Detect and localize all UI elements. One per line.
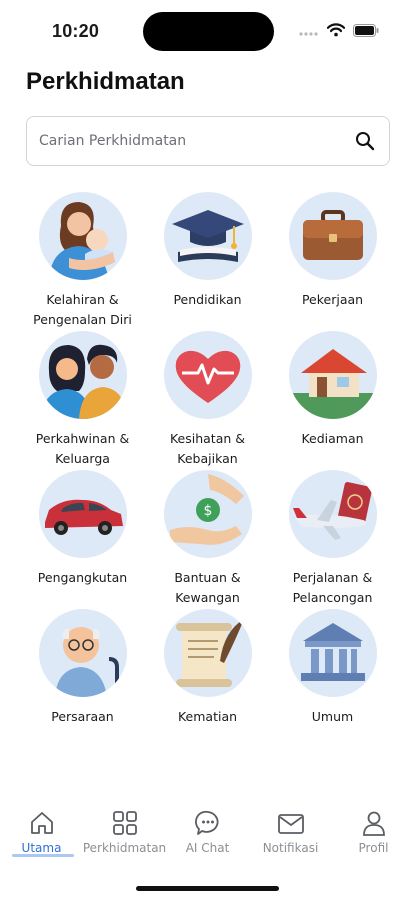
page-title: Perkhidmatan [26,68,185,95]
nav-item-ai-chat[interactable]: AI Chat [167,798,249,858]
service-label: Pengangkutan [37,570,128,585]
service-label: Bantuan & Kewangan [174,570,241,605]
dynamic-island [143,12,274,51]
service-label: Perkahwinan & Keluarga [35,431,130,466]
search-input[interactable] [39,117,339,165]
couple-icon [38,331,127,419]
battery-icon [353,23,379,42]
service-label: Persaraan [51,709,114,724]
services-grid: Kelahiran & Pengenalan Diri Pendidikan P [20,192,395,748]
service-label: Umum [311,709,354,724]
airplane-passport-icon [288,470,377,558]
status-bar: 10:20 [0,0,415,62]
service-bantuan[interactable]: $ Bantuan & Kewangan [145,470,270,609]
nav-item-perkhidmatan[interactable]: Perkhidmatan [82,798,167,858]
nav-label: Profil [358,841,389,855]
service-pendidikan[interactable]: Pendidikan [145,192,270,331]
mother-baby-icon [38,192,127,280]
service-kesihatan[interactable]: Kesihatan & Kebajikan [145,331,270,470]
car-icon [38,470,127,558]
user-icon [361,806,387,836]
svg-text:$: $ [203,503,212,519]
service-persaraan[interactable]: Persaraan [20,609,145,748]
money-hand-icon: $ [163,470,252,558]
elderly-man-icon [38,609,127,697]
service-pengangkutan[interactable]: Pengangkutan [20,470,145,609]
nav-item-utama[interactable]: Utama [1,798,83,858]
service-kediaman[interactable]: Kediaman [270,331,395,470]
grid-icon [112,806,138,836]
status-icons [299,23,379,42]
nav-label: Notifikasi [262,841,319,855]
search-icon[interactable] [355,131,375,156]
service-umum[interactable]: Umum [270,609,395,748]
nav-item-profil[interactable]: Profil [333,798,415,858]
search-box[interactable] [26,116,390,166]
home-icon [29,806,55,836]
nav-label: AI Chat [185,841,230,855]
government-building-icon [288,609,377,697]
service-pekerjaan[interactable]: Pekerjaan [270,192,395,331]
scroll-quill-icon [163,609,252,697]
service-label: Kematian [177,709,238,724]
house-icon [288,331,377,419]
service-label: Pendidikan [173,292,242,307]
service-kelahiran[interactable]: Kelahiran & Pengenalan Diri [20,192,145,331]
chat-bubble-icon [194,806,221,836]
signal-dots-icon [299,24,319,42]
service-perkahwinan[interactable]: Perkahwinan & Keluarga [20,331,145,470]
status-time: 10:20 [52,21,100,41]
envelope-icon [277,806,305,836]
nav-label: Perkhidmatan [82,841,167,855]
bottom-nav: Utama Perkhidmatan AI Chat Notifikasi Pr… [0,798,415,858]
service-label: Kediaman [301,431,364,446]
service-label: Kesihatan & Kebajikan [169,431,246,466]
wifi-icon [326,23,346,42]
graduation-cap-icon [163,192,252,280]
nav-label: Utama [21,841,62,855]
briefcase-icon [288,192,377,280]
service-label: Kelahiran & Pengenalan Diri [33,292,132,327]
nav-item-notifikasi[interactable]: Notifikasi [250,798,332,858]
service-perjalanan[interactable]: Perjalanan & Pelancongan [270,470,395,609]
service-label: Pekerjaan [301,292,364,307]
home-indicator[interactable] [136,886,279,891]
service-label: Perjalanan & Pelancongan [292,570,373,605]
active-tab-indicator [11,854,74,857]
heartbeat-icon [163,331,252,419]
service-kematian[interactable]: Kematian [145,609,270,748]
